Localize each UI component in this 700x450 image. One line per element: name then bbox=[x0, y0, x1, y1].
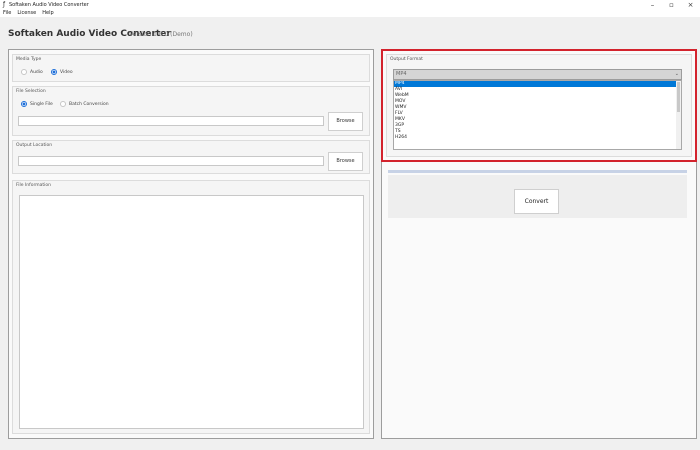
close-icon[interactable]: × bbox=[681, 0, 700, 10]
video-radio-label: Video bbox=[60, 69, 73, 75]
progress-bar bbox=[388, 170, 687, 173]
app-icon: ƒ bbox=[3, 1, 6, 8]
window-title: Softaken Audio Video Converter bbox=[9, 2, 89, 8]
video-radio-dot bbox=[51, 69, 57, 75]
menu-bar: File License Help bbox=[0, 10, 700, 17]
file-selection-group: File Selection Single File Batch Convers… bbox=[12, 86, 370, 136]
single-file-radio[interactable]: Single File bbox=[21, 101, 53, 107]
batch-conversion-radio-label: Batch Conversion bbox=[69, 101, 109, 107]
file-information-group: File Information bbox=[12, 180, 370, 434]
title-bar: ƒ Softaken Audio Video Converter – ▫ × bbox=[0, 0, 700, 10]
output-browse-button[interactable]: Browse bbox=[328, 152, 363, 171]
file-information-area[interactable] bbox=[19, 195, 364, 429]
file-path-input[interactable] bbox=[18, 116, 324, 126]
menu-license[interactable]: License bbox=[17, 10, 36, 17]
file-browse-button[interactable]: Browse bbox=[328, 112, 363, 131]
menu-file[interactable]: File bbox=[3, 10, 11, 17]
video-radio[interactable]: Video bbox=[51, 69, 73, 75]
window-controls: – ▫ × bbox=[643, 0, 700, 10]
output-path-input[interactable] bbox=[18, 156, 324, 166]
batch-conversion-radio-dot bbox=[60, 101, 66, 107]
convert-button[interactable]: Convert bbox=[514, 189, 559, 214]
batch-conversion-radio[interactable]: Batch Conversion bbox=[60, 101, 109, 107]
media-type-label: Media Type bbox=[16, 57, 42, 62]
maximize-icon[interactable]: ▫ bbox=[662, 0, 681, 10]
audio-radio-label: Audio bbox=[30, 69, 43, 75]
output-location-group: Output Location Browse bbox=[12, 140, 370, 174]
single-file-radio-dot bbox=[21, 101, 27, 107]
menu-help[interactable]: Help bbox=[42, 10, 53, 17]
audio-radio[interactable]: Audio bbox=[21, 69, 43, 75]
single-file-radio-label: Single File bbox=[30, 101, 53, 107]
app-version: Version 1.0.0 (Demo) bbox=[129, 31, 193, 38]
audio-radio-dot bbox=[21, 69, 27, 75]
file-selection-label: File Selection bbox=[16, 89, 46, 94]
media-type-group: Media Type Audio Video bbox=[12, 54, 370, 82]
output-location-label: Output Location bbox=[16, 143, 53, 148]
highlight-frame bbox=[381, 49, 697, 162]
file-information-label: File Information bbox=[16, 183, 52, 188]
minimize-icon[interactable]: – bbox=[643, 0, 662, 10]
